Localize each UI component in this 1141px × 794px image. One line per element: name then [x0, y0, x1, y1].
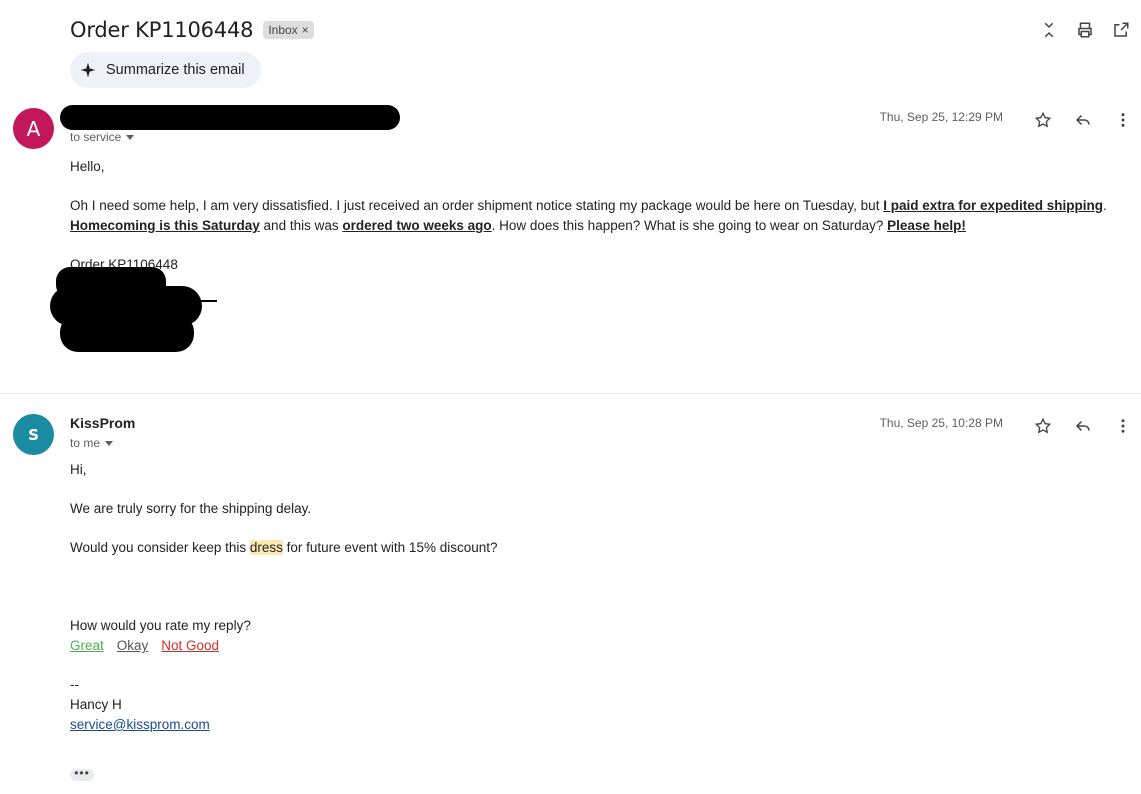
- redaction-blob: [60, 314, 194, 352]
- to-label: to service: [70, 130, 122, 144]
- thread-toolbar: [1039, 18, 1131, 42]
- recipient-details[interactable]: to me: [70, 436, 114, 450]
- inbox-label-chip[interactable]: Inbox ×: [263, 21, 314, 39]
- message-date: Thu, Sep 25, 12:29 PM: [879, 110, 1003, 124]
- text-run: Would you consider keep this: [70, 540, 250, 555]
- message-2: S KissProm to me Thu, Sep 25, 10:28 PM H…: [0, 406, 1141, 794]
- chevron-down-icon: [105, 440, 114, 446]
- summarize-label: Summarize this email: [106, 62, 245, 78]
- message-body: Hello, Oh I need some help, I am very di…: [70, 157, 1120, 275]
- text-run: and this was: [259, 218, 343, 233]
- print-icon[interactable]: [1075, 18, 1095, 42]
- signature-email-link[interactable]: service@kissprom.com: [70, 717, 210, 732]
- rate-not-good-link[interactable]: Not Good: [161, 638, 219, 653]
- email-subject: Order KP1106448: [70, 18, 254, 42]
- redacted-sender: [60, 105, 400, 130]
- rate-okay-link[interactable]: Okay: [117, 638, 149, 653]
- star-icon[interactable]: [1033, 108, 1053, 132]
- greeting: Hi,: [70, 462, 87, 477]
- message-line: We are truly sorry for the shipping dela…: [70, 501, 312, 516]
- more-vert-icon[interactable]: [1113, 414, 1133, 438]
- greeting: Hello,: [70, 159, 105, 174]
- message-line: Would you consider keep this dress for f…: [70, 538, 1120, 558]
- order-number-line: Order KP1106448: [70, 257, 178, 272]
- signature-separator: --: [70, 677, 79, 692]
- rate-prompt: How would you rate my reply?: [70, 618, 251, 633]
- open-new-window-icon[interactable]: [1111, 18, 1131, 42]
- reply-icon[interactable]: [1073, 414, 1093, 438]
- emphasis-text: I paid extra for expedited shipping: [883, 198, 1103, 213]
- signature-name: Hancy H: [70, 697, 122, 712]
- show-trimmed-content-button[interactable]: •••: [70, 767, 94, 781]
- reply-icon[interactable]: [1073, 108, 1093, 132]
- remove-label-icon[interactable]: ×: [302, 23, 309, 37]
- highlighted-word: dress: [249, 540, 283, 555]
- subject-row: Order KP1106448 Inbox ×: [70, 14, 314, 46]
- text-run: for future event with 15% discount?: [282, 540, 498, 555]
- chevron-down-icon: [126, 134, 135, 140]
- message-date: Thu, Sep 25, 10:28 PM: [879, 416, 1003, 430]
- sparkle-icon: [80, 62, 96, 78]
- rating-links: Great Okay Not Good: [70, 636, 1120, 656]
- to-label: to me: [70, 436, 101, 450]
- text-run: .: [1103, 198, 1107, 213]
- star-icon[interactable]: [1033, 414, 1053, 438]
- text-run: . How does this happen? What is she goin…: [491, 218, 888, 233]
- recipient-details[interactable]: to service: [70, 130, 135, 144]
- message-actions: [1033, 414, 1133, 438]
- avatar[interactable]: A: [13, 108, 54, 149]
- collapse-icon[interactable]: [1039, 18, 1059, 42]
- message-body: Hi, We are truly sorry for the shipping …: [70, 460, 1120, 783]
- sender-name[interactable]: KissProm: [70, 415, 135, 431]
- rate-great-link[interactable]: Great: [70, 638, 104, 653]
- avatar[interactable]: S: [13, 414, 54, 455]
- redaction-stroke: [196, 300, 217, 302]
- message-paragraph: Oh I need some help, I am very dissatisf…: [70, 196, 1120, 236]
- message-actions: [1033, 108, 1133, 132]
- more-vert-icon[interactable]: [1113, 108, 1133, 132]
- emphasis-text: Homecoming is this Saturday: [70, 218, 260, 233]
- inbox-label: Inbox: [268, 23, 298, 37]
- emphasis-text: ordered two weeks ago: [342, 218, 492, 233]
- summarize-button[interactable]: Summarize this email: [70, 52, 261, 88]
- emphasis-text: Please help!: [887, 218, 966, 233]
- text-run: Oh I need some help, I am very dissatisf…: [70, 198, 884, 213]
- message-1: A to service Thu, Sep 25, 12:29 PM Hello…: [0, 100, 1141, 394]
